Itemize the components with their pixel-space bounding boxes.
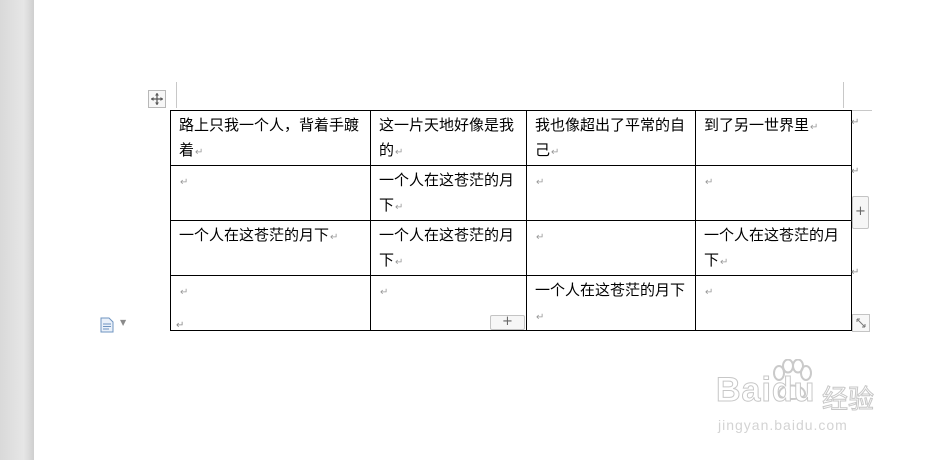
paragraph-mark: ↵ xyxy=(705,287,714,298)
table-cell[interactable]: ↵ xyxy=(526,220,696,276)
watermark-brand: Baidu xyxy=(715,371,816,410)
table-cell[interactable]: ↵ xyxy=(170,275,371,331)
table-cell[interactable]: 到了另一世界里↵ xyxy=(695,110,852,166)
paragraph-mark: ↵ xyxy=(705,177,714,188)
table-cell[interactable]: 这一片天地好像是我的↵ xyxy=(370,110,527,166)
document-page: 路上只我一个人，背着手踱着↵ 这一片天地好像是我的↵ 我也像超出了平常的自己↵ 到了另… xyxy=(0,0,932,460)
table-row: ↵ 一个人在这苍茫的月下↵ ↵ ↵ xyxy=(170,165,852,221)
cell-text: 一个人在这苍茫的月下 xyxy=(179,226,330,244)
row-end-mark: ↵ xyxy=(851,117,860,128)
table-cell[interactable]: ↵ xyxy=(695,165,852,221)
table-resize-handle[interactable] xyxy=(852,314,870,332)
paragraph-mark: ↵ xyxy=(395,257,404,268)
table-move-handle[interactable] xyxy=(148,90,166,108)
paragraph-mark: ↵ xyxy=(395,147,404,158)
add-row-button[interactable]: + xyxy=(490,315,525,330)
table-cell[interactable]: 一个人在这苍茫的月下↵ xyxy=(170,220,371,276)
move-arrows-icon xyxy=(151,93,163,105)
crop-mark xyxy=(176,82,177,108)
document-table: 路上只我一个人，背着手踱着↵ 这一片天地好像是我的↵ 我也像超出了平常的自己↵ 到了另… xyxy=(170,110,852,331)
paragraph-mark: ↵ xyxy=(380,287,389,298)
table-row: 一个人在这苍茫的月下↵ 一个人在这苍茫的月下↵ ↵ 一个人在这苍茫的月下↵ xyxy=(170,220,852,276)
paragraph-mark: ↵ xyxy=(536,312,545,323)
paragraph-mark: ↵ xyxy=(395,202,404,213)
table-cell[interactable]: 一个人在这苍茫的月下↵ xyxy=(370,220,527,276)
table-cell[interactable]: 我也像超出了平常的自己↵ xyxy=(526,110,696,166)
paragraph-mark: ↵ xyxy=(720,257,729,268)
paragraph-mark: ↵ xyxy=(180,287,189,298)
row-end-mark: ↵ xyxy=(851,267,860,278)
table-cell[interactable]: 一个人在这苍茫的月下 ↵ xyxy=(526,275,696,331)
paragraph-mark: ↵ xyxy=(330,232,339,243)
add-column-button[interactable]: + xyxy=(852,196,869,229)
paragraph-mark: ↵ xyxy=(180,177,189,188)
table-cell[interactable]: 路上只我一个人，背着手踱着↵ xyxy=(170,110,371,166)
row-end-mark: ↵ xyxy=(851,166,860,177)
chevron-down-icon[interactable]: ▼ xyxy=(120,318,126,327)
paragraph-mark: ↵ xyxy=(536,177,545,188)
paragraph-mark: ↵ xyxy=(810,122,819,133)
table-row: 路上只我一个人，背着手踱着↵ 这一片天地好像是我的↵ 我也像超出了平常的自己↵ 到了另… xyxy=(170,110,852,166)
cell-text: 到了另一世界里 xyxy=(704,116,810,134)
resize-diagonal-icon xyxy=(856,318,866,328)
paragraph-mark: ↵ xyxy=(195,147,204,158)
watermark-brand-cn: 经验 xyxy=(821,385,875,416)
baidu-jingyan-watermark: Baidu 经验 jingyan.baidu.com xyxy=(715,357,916,437)
table-cell[interactable]: ↵ xyxy=(526,165,696,221)
crop-mark xyxy=(852,110,872,111)
table-cell[interactable]: ↵ xyxy=(170,165,371,221)
paragraph-mark: ↵ xyxy=(551,147,560,158)
layout-options-button[interactable] xyxy=(100,317,114,337)
crop-mark xyxy=(843,82,844,108)
paragraph-mark: ↵ xyxy=(176,320,185,331)
cell-text: 一个人在这苍茫的月下 xyxy=(535,281,686,299)
watermark-url: jingyan.baidu.com xyxy=(718,417,848,433)
document-icon xyxy=(100,317,114,333)
table-cell[interactable]: ↵ xyxy=(695,275,852,331)
table-cell[interactable]: 一个人在这苍茫的月下↵ xyxy=(695,220,852,276)
cell-text: 路上只我一个人，背着手踱着 xyxy=(179,116,360,159)
table-cell[interactable]: 一个人在这苍茫的月下↵ xyxy=(370,165,527,221)
paragraph-mark: ↵ xyxy=(536,232,545,243)
